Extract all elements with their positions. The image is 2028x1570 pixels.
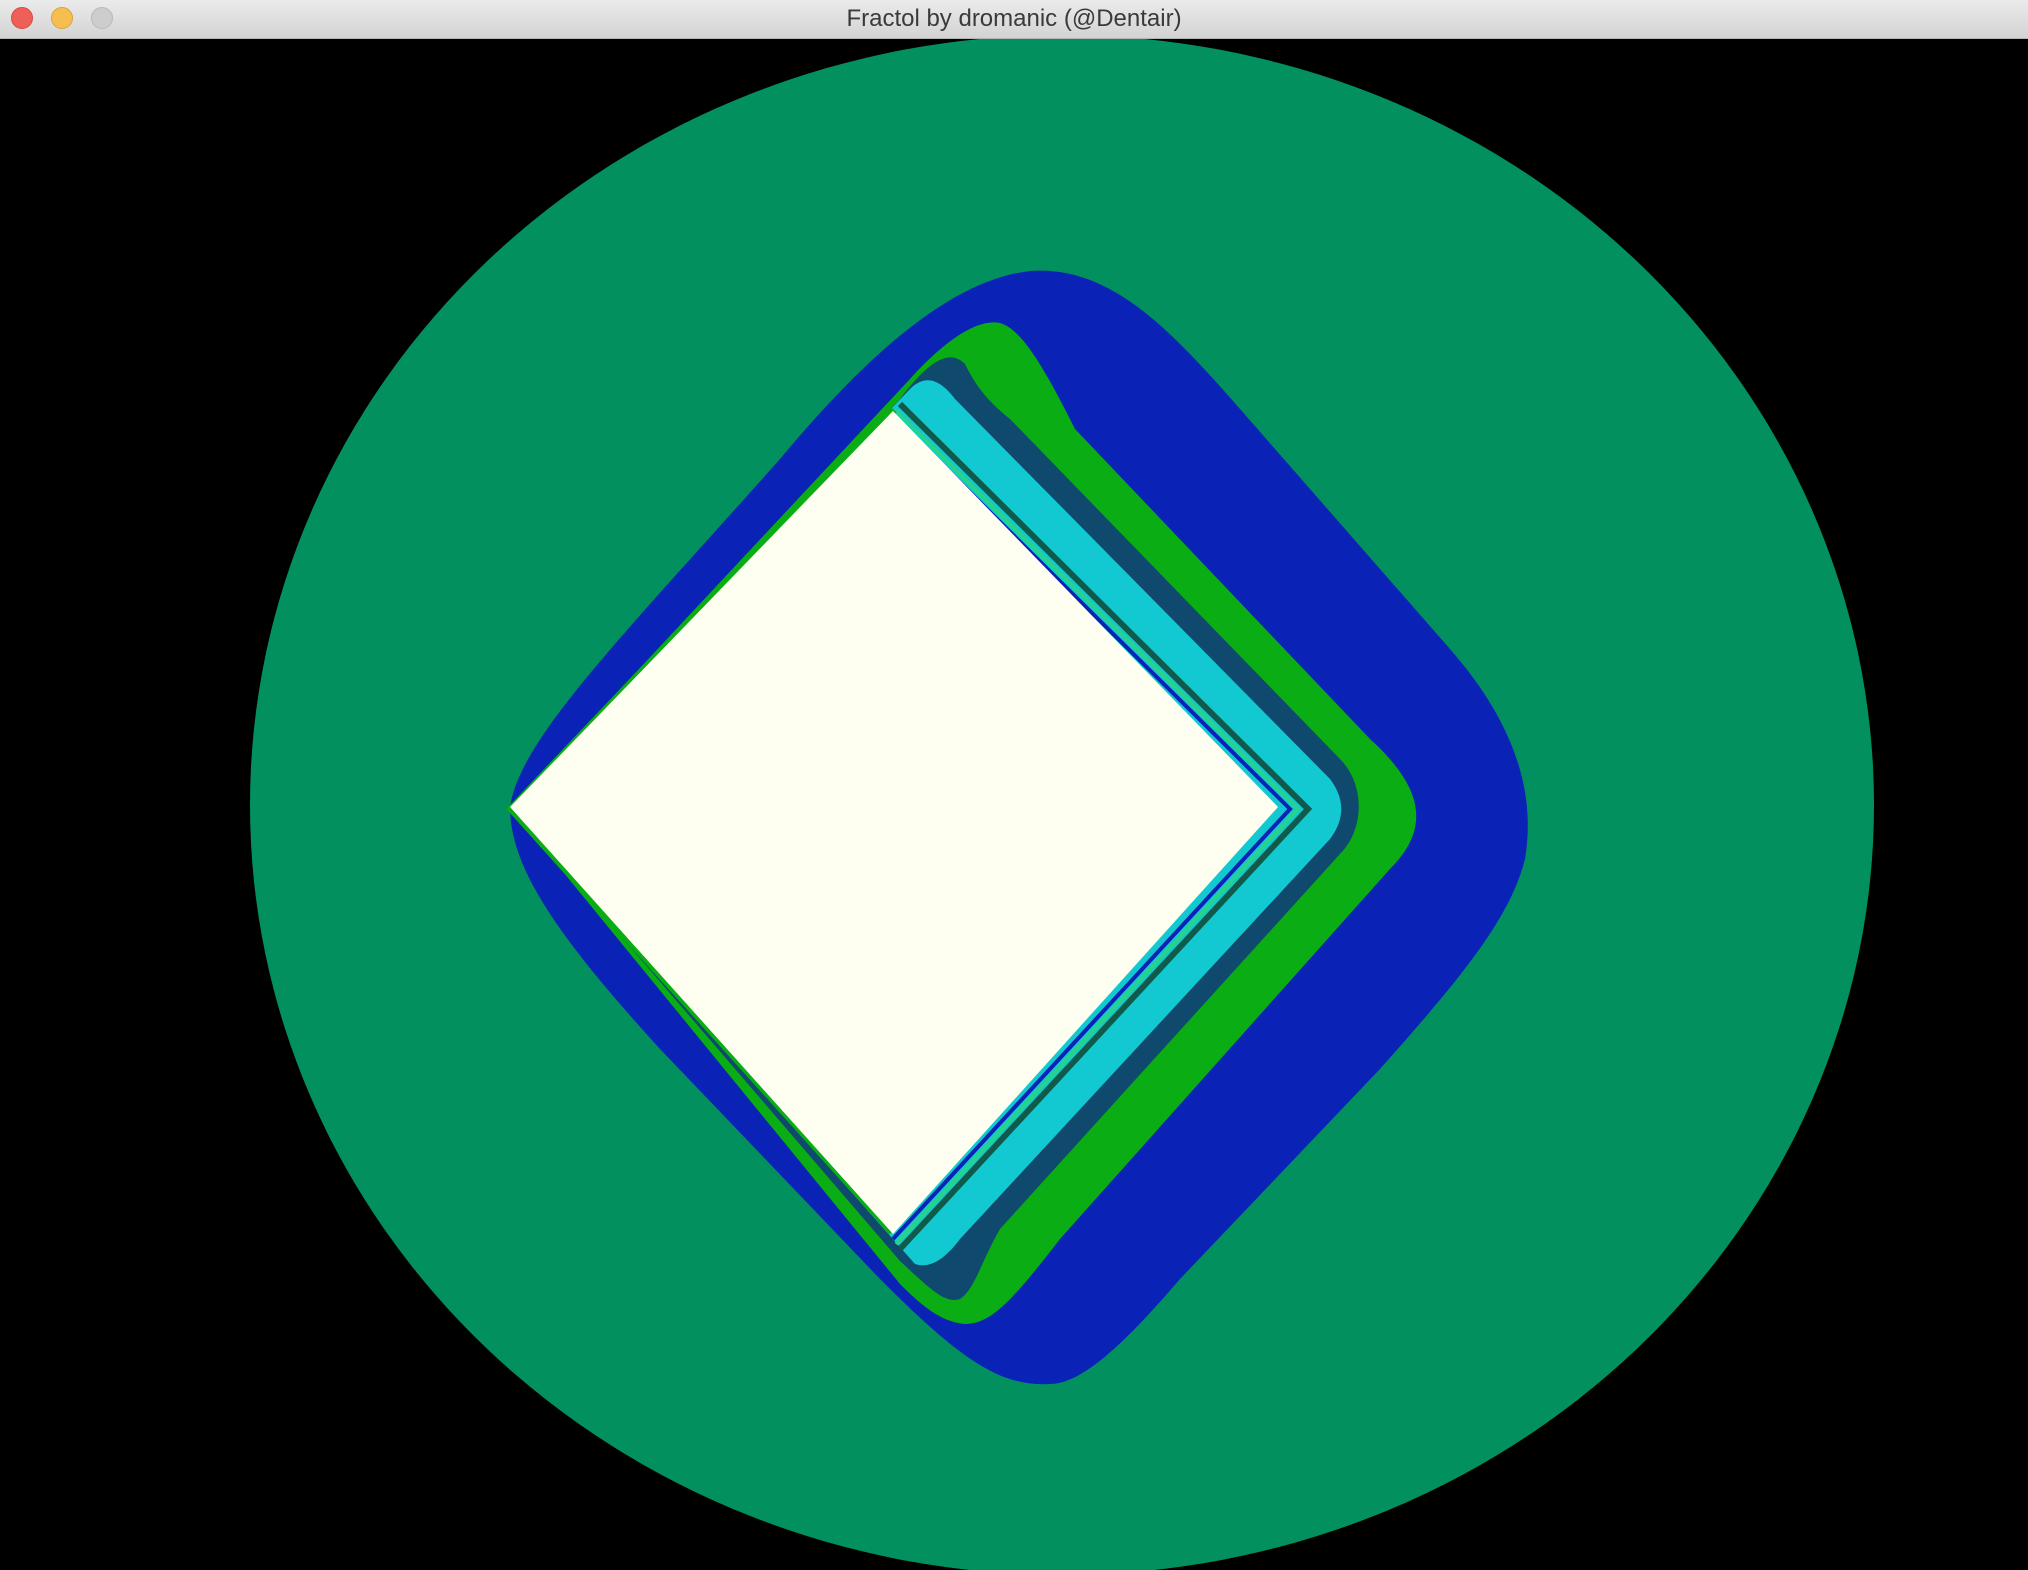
window-title: Fractol by dromanic (@Dentair) <box>846 5 1182 32</box>
app-window: Fractol by dromanic (@Dentair) <box>0 0 2028 1570</box>
fractal-render[interactable] <box>0 39 2028 1570</box>
fractal-canvas[interactable] <box>0 39 2028 1570</box>
title-bar[interactable]: Fractol by dromanic (@Dentair) <box>0 0 2028 39</box>
